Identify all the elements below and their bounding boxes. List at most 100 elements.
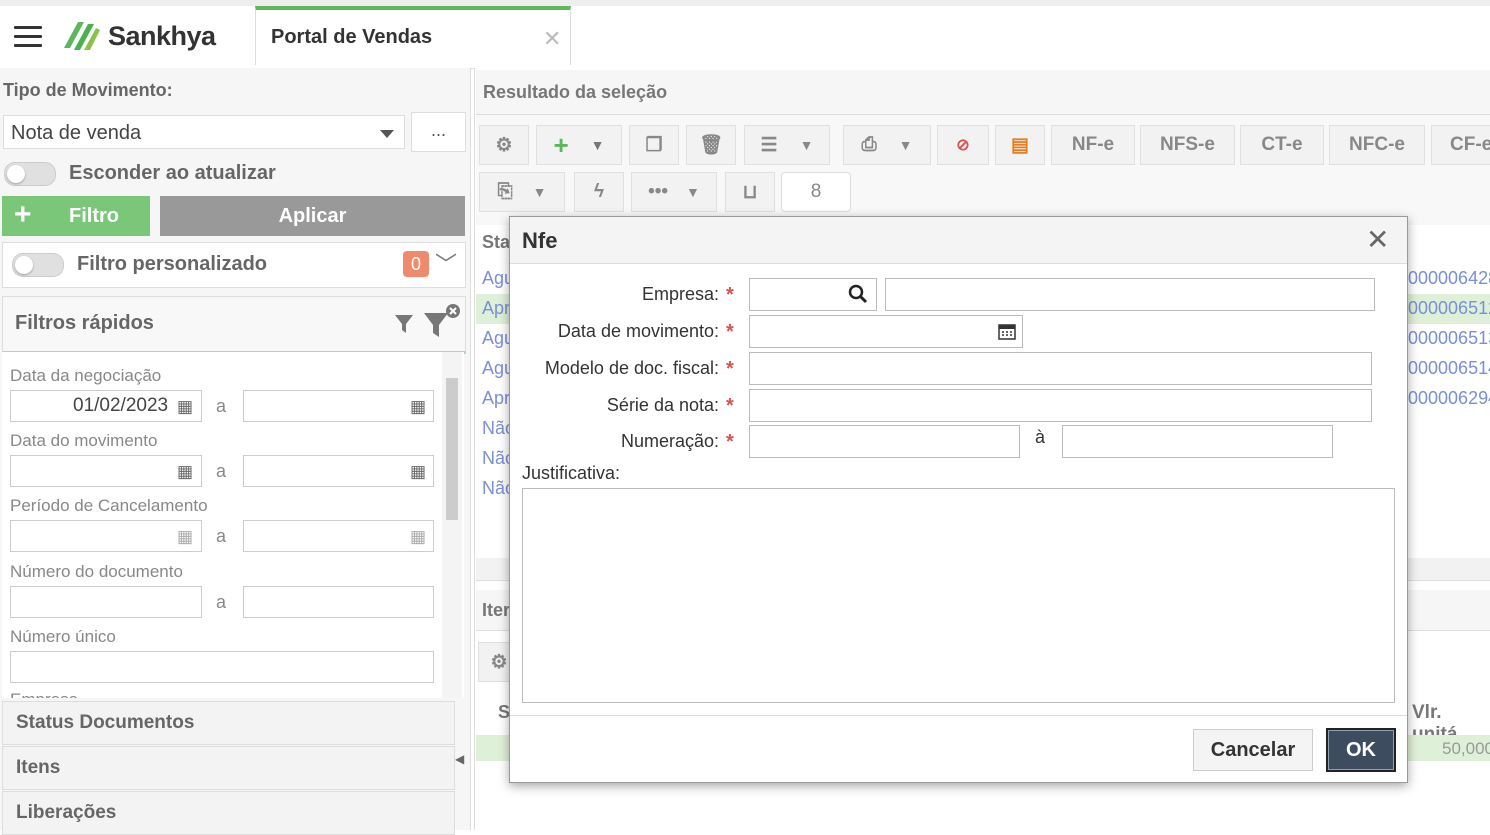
hamburger-menu-icon[interactable] [14, 26, 42, 48]
dialog-header: Nfe ✕ [510, 217, 1407, 264]
tab-label: Portal de Vendas [271, 26, 433, 48]
scrollbar[interactable] [442, 352, 462, 698]
cte-button[interactable]: CT-e [1240, 125, 1324, 165]
calendar-icon[interactable]: ▦ [410, 462, 426, 482]
clear-filter-icon[interactable] [423, 303, 463, 341]
export-button[interactable]: ⎘ ▼ [479, 172, 565, 212]
status-cell[interactable]: Apr [482, 388, 510, 409]
status-cell[interactable]: Apr [482, 298, 510, 319]
add-button[interactable]: + ▼ [536, 125, 622, 165]
number-cell[interactable]: 000006513 [1408, 328, 1490, 349]
aplicar-button[interactable]: Aplicar [160, 196, 465, 236]
filtros-rapidos-title: Filtros rápidos [15, 312, 154, 334]
nfe-dialog: Nfe ✕ Empresa: * Data de movimento: * Mo… [509, 216, 1408, 783]
chevron-down-icon[interactable]: ﹀ [435, 247, 457, 279]
empresa-filter-label: Empresa [10, 690, 78, 698]
close-icon[interactable]: ✕ [1366, 223, 1389, 256]
cancel-button[interactable]: Cancelar [1193, 729, 1313, 771]
scrollbar-thumb[interactable] [446, 378, 458, 520]
calendar-icon[interactable]: ▦ [177, 462, 193, 482]
empresa-code-input[interactable] [749, 278, 877, 311]
filtro-personalizado-row: Filtro personalizado 0 ﹀ [2, 242, 466, 288]
more-options-button[interactable]: ... [411, 112, 466, 152]
number-cell[interactable]: 000006294 [1408, 388, 1490, 409]
section-status-documentos[interactable]: Status Documentos [2, 701, 455, 745]
periodo-cancelamento-from[interactable]: ▦ [10, 520, 202, 552]
trash-icon[interactable]: 🗑 [686, 125, 736, 165]
collapse-panel-icon[interactable]: ◀ [455, 752, 464, 766]
nfce-button[interactable]: NFC-e [1329, 125, 1425, 165]
itens-title: Iter [482, 600, 511, 620]
cancel-doc-icon[interactable]: ⊘ [937, 125, 989, 165]
nfse-button[interactable]: NFS-e [1140, 125, 1235, 165]
gear-icon[interactable]: ⚙ [479, 125, 529, 165]
filtro-label: Filtro [69, 205, 119, 227]
filtro-count-badge: 0 [403, 251, 429, 277]
calendar-icon[interactable]: ▦ [177, 397, 193, 417]
numeracao-from-input[interactable] [749, 425, 1020, 458]
range-separator: à [1035, 427, 1046, 447]
vlr-unitario-cell: 50,000 [1442, 739, 1490, 758]
toolbar: ⚙ + ▼ ❐ 🗑 ☰ ▼ ⎙ ▼ ⊘ ▤ NF-e NFS-e CT-e NF… [476, 115, 1490, 225]
search-icon[interactable] [848, 284, 868, 304]
colors-icon[interactable]: ▤ [995, 125, 1045, 165]
cfe-button[interactable]: CF-e [1431, 125, 1490, 165]
calendar-icon[interactable]: ▦ [177, 527, 193, 547]
data-movimento-label: Data do movimento [10, 431, 158, 450]
more-actions-button[interactable]: ••• ▼ [631, 172, 717, 212]
filtro-button[interactable]: + Filtro [2, 196, 150, 236]
data-movimento-input[interactable] [749, 315, 1023, 348]
data-movimento-to[interactable]: ▦ [243, 455, 434, 487]
funnel-icon[interactable] [394, 313, 414, 335]
serie-nota-input[interactable] [749, 389, 1372, 422]
empresa-name-input[interactable] [885, 278, 1375, 311]
required-mark: * [726, 358, 734, 380]
periodo-cancelamento-to[interactable]: ▦ [243, 520, 434, 552]
tipo-movimento-select[interactable]: Nota de venda [3, 115, 405, 149]
section-label: Status Documentos [16, 712, 195, 733]
nfe-button[interactable]: NF-e [1051, 125, 1135, 165]
data-negociacao-value: 01/02/2023 [73, 395, 169, 416]
calendar-icon[interactable]: ▦ [410, 397, 426, 417]
data-negociacao-from[interactable]: 01/02/2023 ▦ [10, 390, 202, 422]
serie-nota-label: Série da nota: [606, 395, 719, 415]
section-itens[interactable]: Itens [2, 746, 455, 790]
filtro-personalizado-toggle[interactable] [12, 253, 64, 277]
number-cell[interactable]: 000006514 [1408, 358, 1490, 379]
section-label: Itens [16, 757, 61, 778]
data-negociacao-to[interactable]: ▦ [243, 390, 434, 422]
top-strip [0, 0, 1490, 6]
esconder-toggle[interactable] [4, 162, 56, 186]
basket-icon[interactable]: ⊔ [725, 172, 775, 212]
list-menu-button[interactable]: ☰ ▼ [744, 125, 830, 165]
results-title: Resultado da seleção [483, 82, 668, 102]
number-cell[interactable]: 000006512 [1408, 298, 1490, 319]
calendar-icon[interactable]: ▦ [410, 527, 426, 547]
print-button[interactable]: ⎙ ▼ [843, 125, 931, 165]
data-movimento-label: Data de movimento: [557, 321, 719, 341]
quick-filters-list: Data da negociação 01/02/2023 ▦ a ▦ Data… [2, 352, 464, 698]
count-badge: 8 [781, 172, 851, 212]
footer-divider [510, 715, 1407, 716]
numero-documento-to[interactable] [243, 586, 434, 618]
lightning-icon[interactable]: ϟ [574, 172, 624, 212]
number-cell[interactable]: 000006428 [1408, 268, 1490, 289]
copy-icon[interactable]: ❐ [629, 125, 679, 165]
calendar-icon[interactable] [998, 322, 1016, 340]
section-liberacoes[interactable]: Liberações [2, 791, 455, 835]
numero-unico-input[interactable] [10, 651, 434, 683]
numero-documento-from[interactable] [10, 586, 202, 618]
ok-button[interactable]: OK [1326, 728, 1396, 772]
data-movimento-from[interactable]: ▦ [10, 455, 202, 487]
required-mark: * [726, 431, 734, 453]
close-icon[interactable]: ✕ [543, 26, 561, 52]
justificativa-textarea[interactable] [522, 488, 1395, 703]
justificativa-label: Justificativa: [522, 463, 621, 483]
tab-portal-de-vendas[interactable]: Portal de Vendas ✕ [255, 6, 571, 65]
top-bar [0, 0, 1490, 69]
empresa-label: Empresa: [641, 284, 719, 304]
modelo-doc-label: Modelo de doc. fiscal: [544, 358, 719, 378]
numero-documento-label: Número do documento [10, 562, 183, 581]
numeracao-to-input[interactable] [1062, 425, 1333, 458]
modelo-doc-input[interactable] [749, 352, 1372, 385]
